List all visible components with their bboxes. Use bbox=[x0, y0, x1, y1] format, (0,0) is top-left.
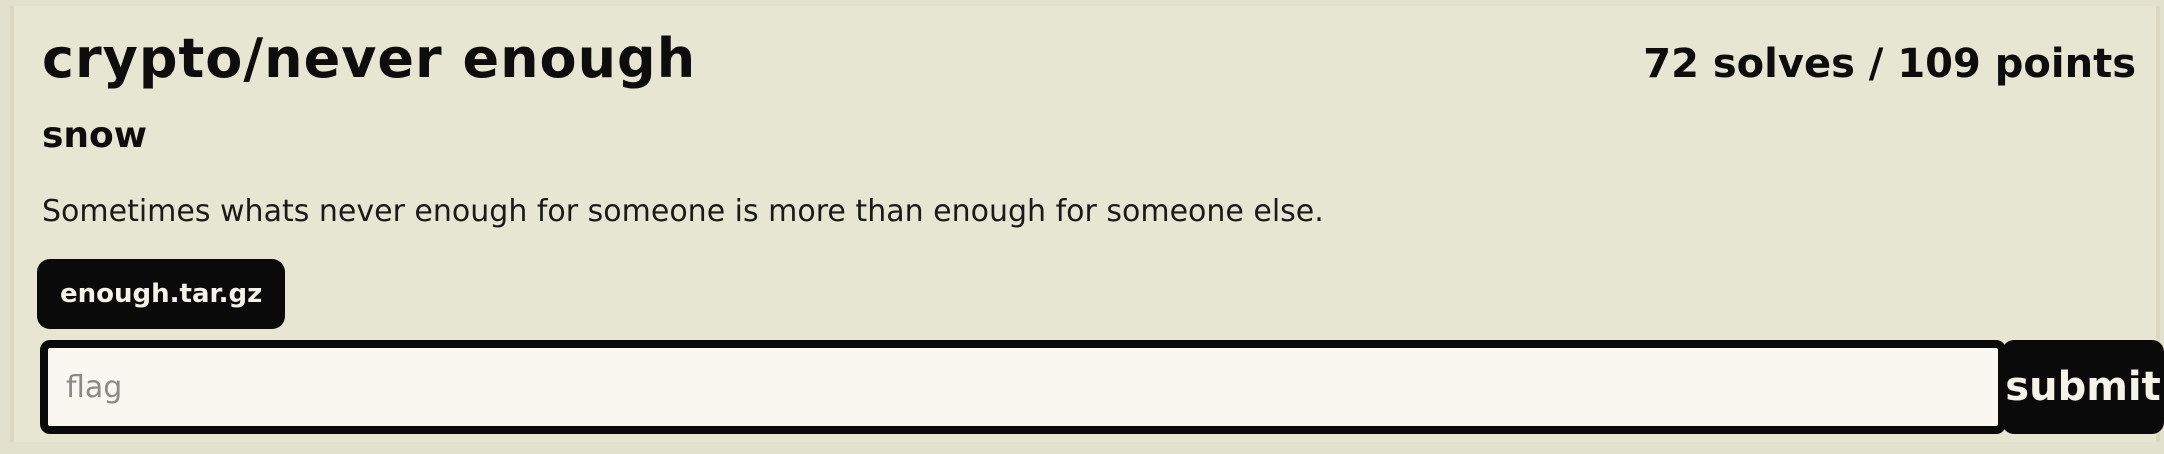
challenge-title: crypto/never enough bbox=[42, 27, 697, 90]
file-download-button[interactable]: enough.tar.gz bbox=[40, 262, 283, 326]
flag-input[interactable] bbox=[40, 340, 2006, 434]
challenge-description: Sometimes whats never enough for someone… bbox=[42, 194, 1324, 229]
flag-form: submit bbox=[40, 340, 2164, 434]
challenge-stats: 72 solves / 109 points bbox=[1643, 41, 2136, 87]
challenge-card: crypto/never enough 72 solves / 109 poin… bbox=[10, 6, 2164, 442]
submit-button[interactable]: submit bbox=[2002, 340, 2164, 434]
challenge-author: snow bbox=[42, 115, 148, 156]
